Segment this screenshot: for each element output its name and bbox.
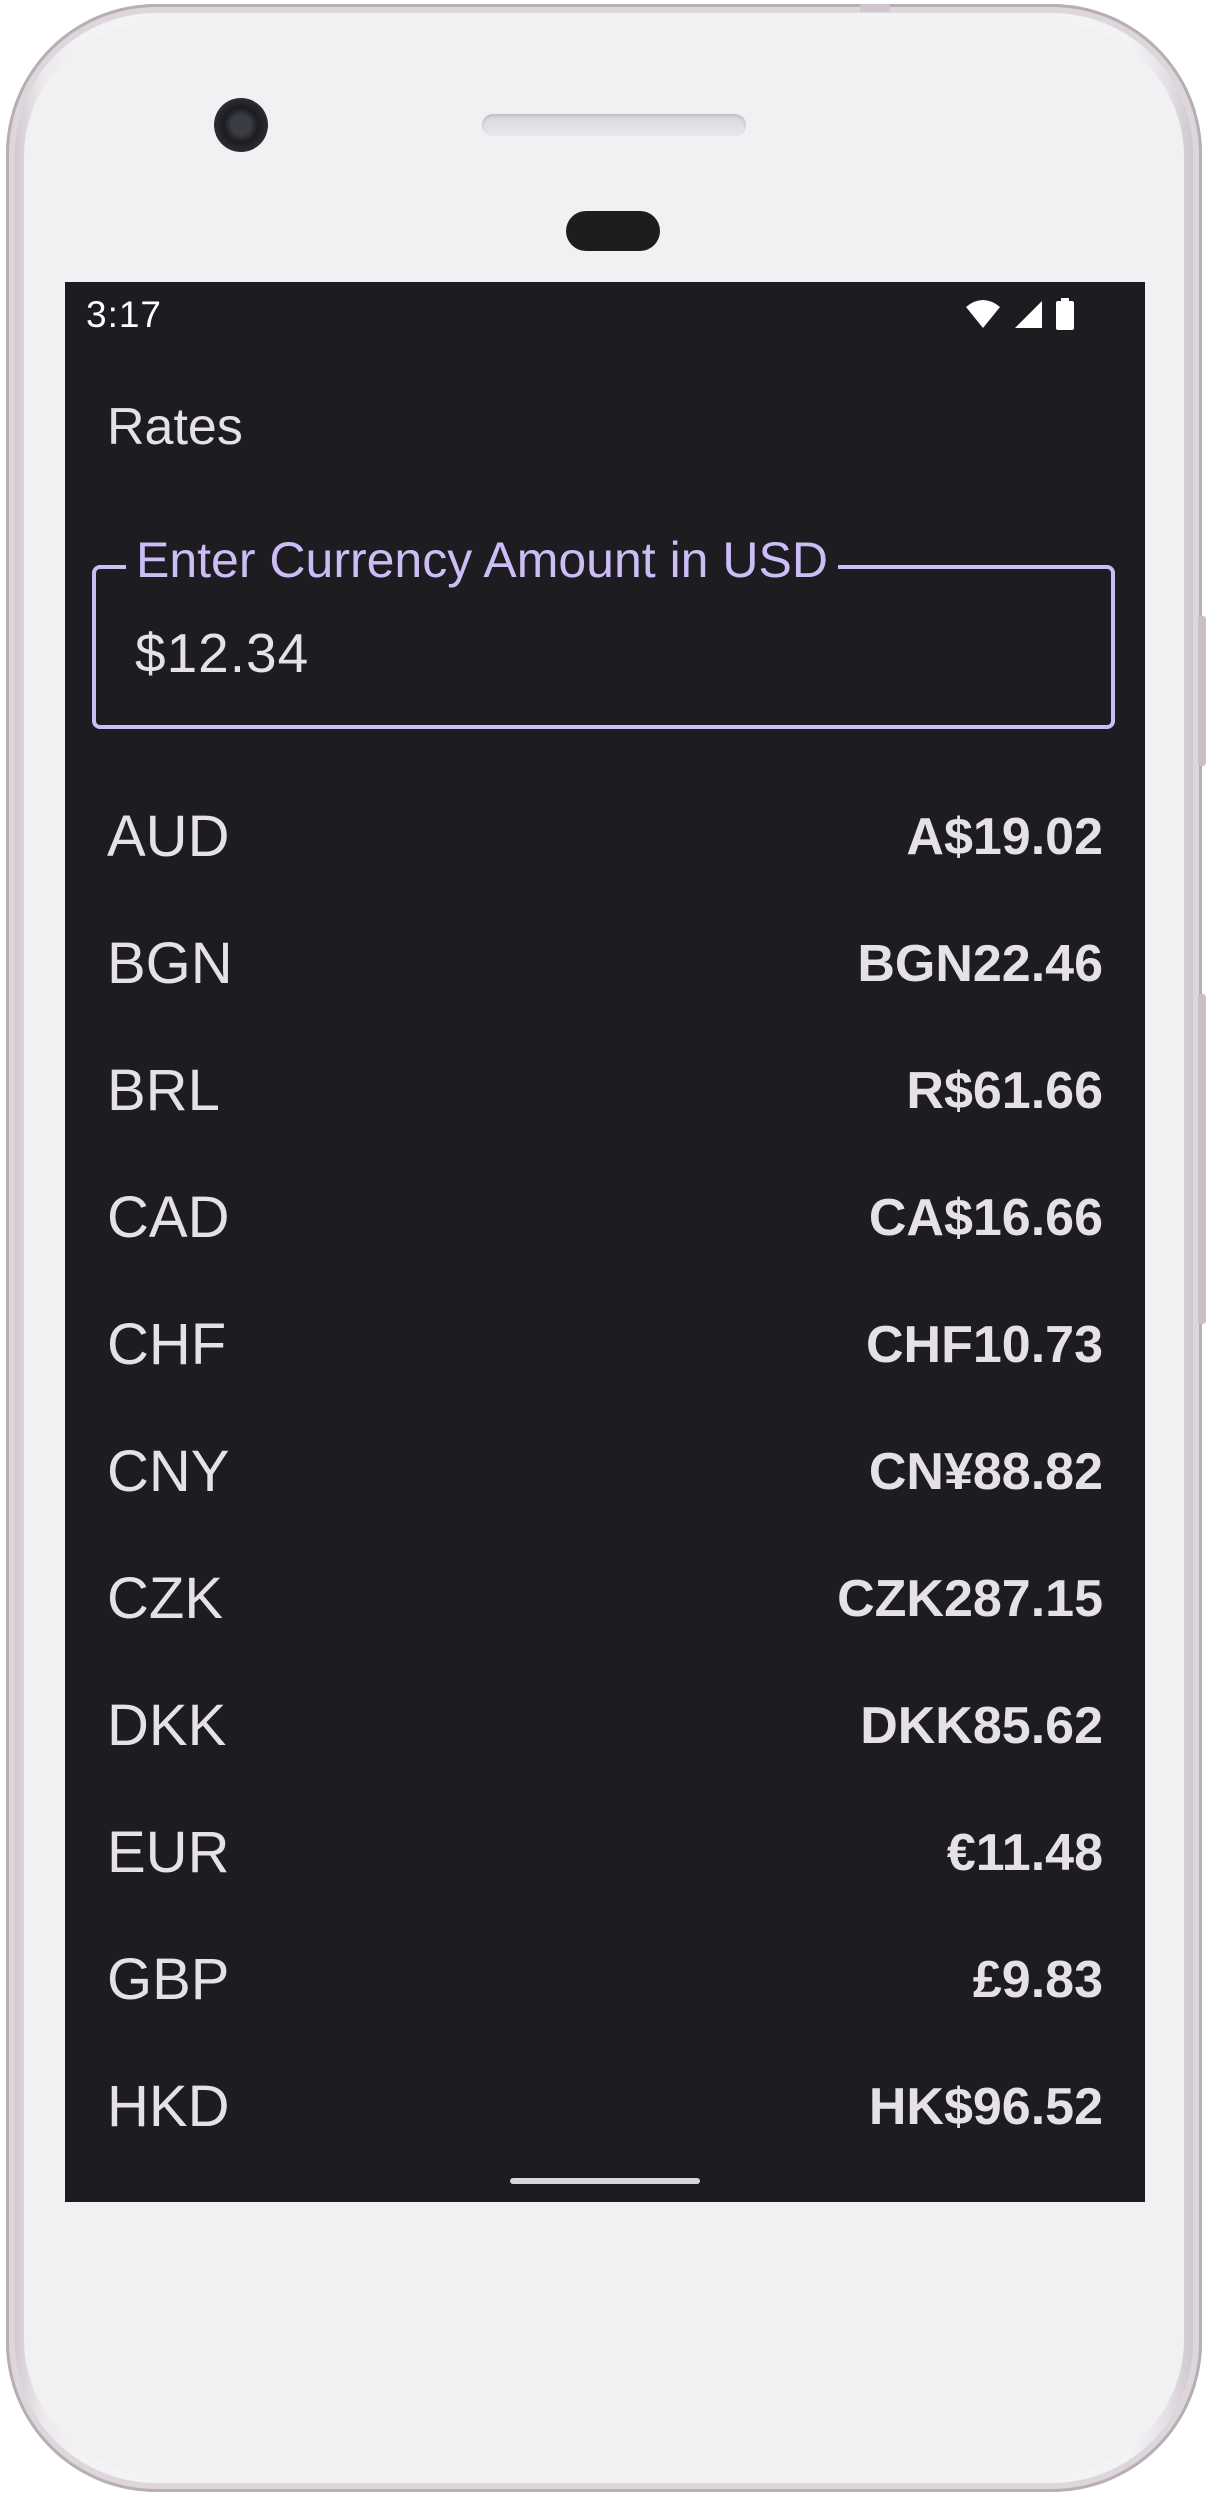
power-button — [1198, 616, 1206, 766]
volume-button — [1198, 994, 1206, 1324]
converted-amount: £9.83 — [972, 1951, 1103, 2009]
converted-amount: DKK85.62 — [860, 1697, 1103, 1755]
usd-amount-label: Enter Currency Amount in USD — [126, 531, 838, 589]
proximity-sensor — [566, 211, 660, 251]
cell-signal-icon — [1015, 301, 1042, 328]
home-indicator[interactable] — [510, 2178, 700, 2184]
currency-code: CZK — [107, 1566, 223, 1631]
currency-code: EUR — [107, 1820, 230, 1885]
status-time: 3:17 — [86, 294, 163, 335]
converted-amount: CA$16.66 — [868, 1189, 1103, 1247]
currency-code: CHF — [107, 1312, 227, 1377]
rate-row[interactable]: DKK DKK85.62 — [65, 1664, 1145, 1791]
currency-code: BGN — [107, 931, 233, 996]
currency-code: AUD — [107, 804, 230, 869]
rates-list[interactable]: AUD A$19.02 BGN BGN22.46 BRL R$61.66 CAD CA$16.… — [65, 775, 1145, 2172]
rate-row[interactable]: BGN BGN22.46 — [65, 902, 1145, 1029]
currency-code: BRL — [107, 1058, 220, 1123]
currency-code: CNY — [107, 1439, 230, 1504]
converted-amount: CHF10.73 — [866, 1316, 1103, 1374]
earpiece-speaker — [482, 114, 746, 136]
rate-row[interactable]: GBP £9.83 — [65, 1918, 1145, 2045]
status-bar: 3:17 — [65, 282, 1145, 350]
usd-amount-input[interactable]: $12.34 — [135, 621, 309, 685]
top-hardware-button — [860, 4, 890, 12]
rate-row[interactable]: AUD A$19.02 — [65, 775, 1145, 902]
currency-code: GBP — [107, 1947, 230, 2012]
page-title: Rates — [107, 398, 243, 456]
app-screen: 3:17 Rates Enter Currency Amount in USD … — [65, 282, 1145, 2202]
converted-amount: BGN22.46 — [857, 935, 1103, 993]
converted-amount: €11.48 — [946, 1824, 1103, 1882]
converted-amount: A$19.02 — [906, 808, 1103, 866]
rate-row[interactable]: CHF CHF10.73 — [65, 1283, 1145, 1410]
converted-amount: CZK287.15 — [837, 1570, 1103, 1628]
rate-row[interactable]: CZK CZK287.15 — [65, 1537, 1145, 1664]
currency-code: CAD — [107, 1185, 230, 1250]
front-camera — [214, 98, 268, 152]
rate-row[interactable]: EUR €11.48 — [65, 1791, 1145, 1918]
currency-code: DKK — [107, 1693, 227, 1758]
converted-amount: R$61.66 — [906, 1062, 1103, 1120]
wifi-icon — [966, 300, 1000, 328]
currency-code: HKD — [107, 2074, 230, 2139]
status-icons — [965, 298, 1075, 330]
rate-row[interactable]: BRL R$61.66 — [65, 1029, 1145, 1156]
usd-amount-field[interactable]: Enter Currency Amount in USD $12.34 — [92, 531, 1115, 729]
rate-row[interactable]: HKD HK$96.52 — [65, 2045, 1145, 2172]
rate-row[interactable]: CNY CN¥88.82 — [65, 1410, 1145, 1537]
rate-row[interactable]: CAD CA$16.66 — [65, 1156, 1145, 1283]
converted-amount: HK$96.52 — [868, 2078, 1103, 2136]
converted-amount: CN¥88.82 — [868, 1443, 1103, 1501]
battery-icon — [1056, 298, 1074, 330]
